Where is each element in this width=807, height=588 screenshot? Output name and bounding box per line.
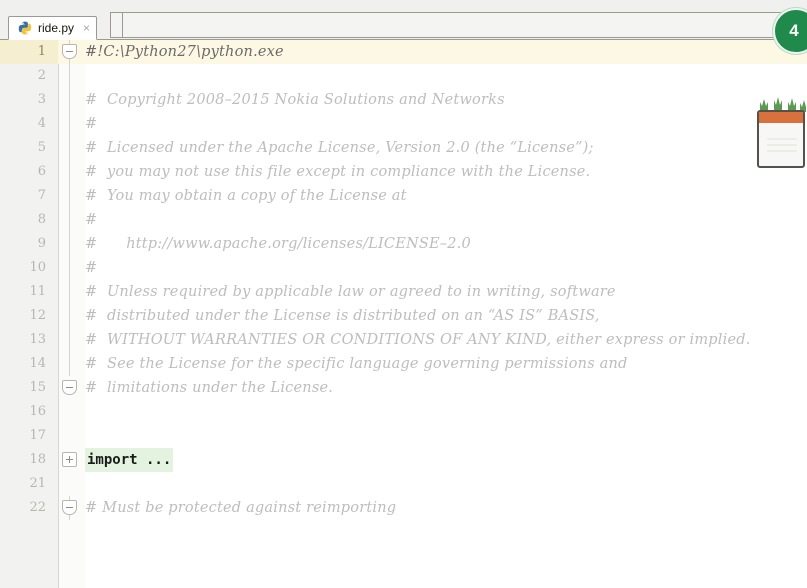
fold-guide-line bbox=[69, 208, 70, 232]
line-number: 22 bbox=[29, 500, 46, 515]
code-text: # you may not use this file except in co… bbox=[85, 164, 591, 180]
code-line[interactable]: 10 # bbox=[0, 256, 807, 280]
code-text: # bbox=[85, 260, 98, 276]
code-line[interactable]: 7 # You may obtain a copy of the License … bbox=[0, 184, 807, 208]
code-line[interactable]: 4 # bbox=[0, 112, 807, 136]
tab-close-icon[interactable]: × bbox=[83, 22, 90, 34]
code-line[interactable]: 8 # bbox=[0, 208, 807, 232]
code-text: # bbox=[85, 116, 98, 132]
tab-list: ride.py × bbox=[0, 8, 98, 40]
tab-label: ride.py bbox=[38, 21, 75, 35]
code-line[interactable]: 3 # Copyright 2008–2015 Nokia Solutions a… bbox=[0, 88, 807, 112]
code-line[interactable]: 18 import ... bbox=[0, 448, 807, 472]
fold-expand-icon[interactable] bbox=[62, 452, 77, 467]
notepad-top-band bbox=[759, 112, 803, 123]
code-editor-area[interactable]: 1 #!C:\Python27\python.exe 2 3 # Copyright 2… bbox=[0, 40, 807, 588]
notepad-rule bbox=[767, 150, 797, 152]
fold-guide-line bbox=[69, 88, 70, 112]
code-line[interactable]: 1 #!C:\Python27\python.exe bbox=[0, 40, 807, 64]
code-text: # http://www.apache.org/licenses/LICENSE… bbox=[85, 236, 471, 252]
line-number: 3 bbox=[37, 92, 46, 107]
code-text: # You may obtain a copy of the License a… bbox=[85, 188, 407, 204]
code-line[interactable]: 21 bbox=[0, 472, 807, 496]
code-line[interactable]: 12 # distributed under the License is dis… bbox=[0, 304, 807, 328]
code-line[interactable]: 16 bbox=[0, 400, 807, 424]
code-text: # See the License for the specific langu… bbox=[85, 356, 628, 372]
line-number: 15 bbox=[29, 380, 46, 395]
line-number: 18 bbox=[29, 452, 46, 467]
line-number: 5 bbox=[37, 140, 46, 155]
fold-guide-line bbox=[69, 112, 70, 136]
code-text: # Must be protected against reimporting bbox=[85, 500, 397, 516]
code-lines: 1 #!C:\Python27\python.exe 2 3 # Copyright 2… bbox=[0, 40, 807, 520]
tab-ride-py[interactable]: ride.py × bbox=[8, 16, 98, 40]
fold-guide-line bbox=[69, 184, 70, 208]
code-line[interactable]: 5 # Licensed under the Apache License, Ve… bbox=[0, 136, 807, 160]
python-file-icon bbox=[18, 21, 32, 35]
notepad-rule bbox=[767, 138, 797, 140]
line-number: 9 bbox=[37, 236, 46, 251]
line-number: 8 bbox=[37, 212, 46, 227]
fold-guide-line bbox=[69, 136, 70, 160]
code-text: # bbox=[85, 212, 98, 228]
code-text: # Licensed under the Apache License, Ver… bbox=[85, 140, 594, 156]
tab-bar-empty-strip bbox=[110, 12, 807, 38]
fold-collapse-icon[interactable] bbox=[62, 380, 77, 395]
code-text: # WITHOUT WARRANTIES OR CONDITIONS OF AN… bbox=[85, 332, 751, 348]
code-line[interactable]: 9 # http://www.apache.org/licenses/LICENS… bbox=[0, 232, 807, 256]
code-editor-window: ride.py × 4 1 #!C:\Python27\python.exe 2 3 #… bbox=[0, 0, 807, 588]
line-number: 1 bbox=[0, 40, 58, 64]
badge-count: 4 bbox=[789, 21, 799, 40]
code-text: # limitations under the License. bbox=[85, 380, 334, 396]
fold-guide-line bbox=[69, 280, 70, 304]
fold-guide-line bbox=[69, 352, 70, 376]
line-number: 16 bbox=[29, 404, 46, 419]
code-line[interactable]: 6 # you may not use this file except in c… bbox=[0, 160, 807, 184]
line-number: 10 bbox=[29, 260, 46, 275]
code-line[interactable]: 15 # limitations under the License. bbox=[0, 376, 807, 400]
tab-bar-divider bbox=[122, 12, 123, 38]
line-number: 2 bbox=[37, 68, 46, 83]
notepad-rule bbox=[767, 144, 797, 146]
notepad-body bbox=[757, 110, 805, 168]
code-text: # distributed under the License is distr… bbox=[85, 308, 600, 324]
code-line[interactable]: 13 # WITHOUT WARRANTIES OR CONDITIONS OF … bbox=[0, 328, 807, 352]
line-number: 21 bbox=[29, 476, 46, 491]
line-number: 12 bbox=[29, 308, 46, 323]
line-number: 7 bbox=[37, 188, 46, 203]
code-line[interactable]: 22 # Must be protected against reimportin… bbox=[0, 496, 807, 520]
line-number: 11 bbox=[29, 284, 46, 299]
fold-collapse-icon[interactable] bbox=[62, 44, 77, 59]
fold-guide-line bbox=[69, 304, 70, 328]
line-number: 13 bbox=[29, 332, 46, 347]
line-number: 14 bbox=[29, 356, 46, 371]
code-line[interactable]: 17 bbox=[0, 424, 807, 448]
fold-guide-line bbox=[69, 256, 70, 280]
code-text: # Unless required by applicable law or a… bbox=[85, 284, 616, 300]
notepad-grass-widget[interactable] bbox=[755, 96, 807, 170]
fold-guide-line bbox=[69, 64, 70, 88]
fold-guide-line bbox=[69, 232, 70, 256]
code-line[interactable]: 14 # See the License for the specific lan… bbox=[0, 352, 807, 376]
code-text: # Copyright 2008–2015 Nokia Solutions an… bbox=[85, 92, 505, 108]
code-text: import ... bbox=[85, 448, 174, 472]
fold-collapse-icon[interactable] bbox=[62, 500, 77, 515]
line-number: 17 bbox=[29, 428, 46, 443]
line-number: 6 bbox=[37, 164, 46, 179]
fold-guide-line bbox=[69, 160, 70, 184]
line-number: 4 bbox=[37, 116, 46, 131]
tab-bar: ride.py × bbox=[0, 0, 807, 40]
code-line[interactable]: 11 # Unless required by applicable law or… bbox=[0, 280, 807, 304]
code-line[interactable]: 2 bbox=[0, 64, 807, 88]
fold-guide-line bbox=[69, 328, 70, 352]
code-text: #!C:\Python27\python.exe bbox=[85, 44, 284, 60]
